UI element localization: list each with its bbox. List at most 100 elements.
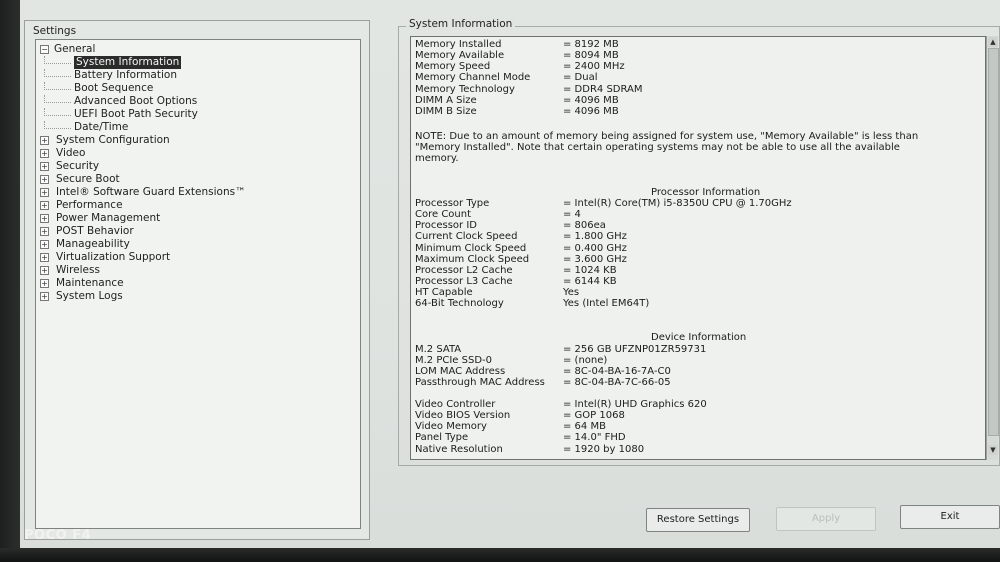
memory-label: Memory Available — [415, 50, 505, 62]
expand-icon[interactable]: + — [40, 266, 49, 275]
memory-row: Memory Speed = 2400 MHz — [415, 61, 625, 72]
collapse-icon[interactable]: − — [40, 45, 49, 54]
processor-label: Processor L2 Cache — [415, 264, 513, 276]
device-information-heading: Device Information — [651, 332, 747, 343]
expand-icon[interactable]: + — [40, 253, 49, 262]
bios-screen: Settings − General System Information Batte… — [0, 0, 1000, 562]
memory-row: DIMM A Size = 4096 MB — [415, 94, 619, 106]
device-row: M.2 SATA = 256 GB UFZNP01ZR59731 — [415, 344, 706, 355]
expand-icon[interactable]: + — [40, 149, 49, 158]
tree-item-section-3-label: Secure Boot — [56, 173, 120, 185]
restore-settings-button[interactable]: Restore Settings — [646, 508, 750, 532]
tree-connector — [44, 56, 71, 64]
tree-item-general-child-5-label: Date/Time — [74, 121, 129, 133]
video-row: Video Controller = Intel(R) UHD Graphics … — [415, 399, 707, 410]
expand-icon[interactable]: + — [40, 162, 49, 171]
expand-icon[interactable]: + — [40, 227, 49, 236]
tree-connector — [44, 108, 71, 116]
video-label: Video Memory — [415, 421, 487, 433]
memory-value: = 2400 MHz — [563, 61, 625, 73]
processor-row: HT Capable Yes — [415, 287, 579, 299]
memory-value: = 8192 MB — [563, 39, 619, 50]
video-label: Native Resolution — [415, 443, 503, 455]
memory-label: Memory Installed — [415, 39, 502, 50]
processor-value: = 6144 KB — [563, 276, 617, 288]
tree-connector — [44, 82, 71, 90]
scroll-up-arrow-icon[interactable]: ▲ — [988, 37, 998, 47]
device-label: M.2 SATA — [415, 344, 462, 355]
processor-information-heading: Processor Information — [651, 187, 761, 198]
video-row: Native Resolution = 1920 by 1080 — [415, 443, 644, 455]
settings-tree[interactable]: − General System Information Battery Inform… — [35, 39, 361, 529]
info-scrollbar[interactable]: ▲ ▼ — [986, 36, 999, 460]
expand-icon[interactable]: + — [40, 279, 49, 288]
scroll-thumb[interactable] — [988, 48, 999, 436]
video-value: = 64 MB — [563, 421, 606, 433]
memory-row: Memory Channel Mode = Dual — [415, 72, 598, 84]
tree-item-section-12-label: System Logs — [56, 290, 123, 302]
processor-row: Minimum Clock Speed = 0.400 GHz — [415, 243, 627, 254]
expand-icon[interactable]: + — [40, 240, 49, 249]
processor-label: Current Clock Speed — [415, 231, 518, 243]
tree-item-general-child-3-label: Advanced Boot Options — [74, 95, 198, 107]
tree-item-section-8-label: Manageability — [56, 238, 130, 250]
memory-label: DIMM A Size — [415, 94, 477, 106]
processor-label: HT Capable — [415, 287, 473, 299]
tree-item-section-0-label: System Configuration — [56, 134, 170, 146]
device-value: = 256 GB UFZNP01ZR59731 — [563, 344, 707, 355]
system-information-box[interactable]: NOTE: Due to an amount of memory being a… — [410, 36, 986, 460]
tree-item-section-2-label: Security — [56, 160, 100, 172]
memory-row: DIMM B Size = 4096 MB — [415, 105, 619, 117]
tree-item-section-7-label: POST Behavior — [56, 225, 134, 237]
expand-icon[interactable]: + — [40, 214, 49, 223]
video-row: Video Memory = 64 MB — [415, 421, 606, 433]
memory-row: Memory Installed = 8192 MB — [415, 39, 619, 50]
memory-row: Memory Technology = DDR4 SDRAM — [415, 84, 643, 95]
scroll-down-arrow-icon[interactable]: ▼ — [988, 445, 998, 455]
processor-label: Processor Type — [415, 198, 490, 209]
expand-icon[interactable]: + — [40, 201, 49, 210]
processor-label: Processor ID — [415, 220, 477, 232]
memory-label: Memory Channel Mode — [415, 72, 531, 84]
processor-row: Processor L3 Cache = 6144 KB — [415, 276, 617, 287]
processor-value: = 4 — [563, 209, 581, 221]
processor-label: Core Count — [415, 209, 472, 221]
processor-value: = 0.400 GHz — [563, 242, 627, 254]
expand-icon[interactable]: + — [40, 136, 49, 145]
system-information-title: System Information — [406, 18, 516, 30]
memory-value: = Dual — [563, 72, 598, 84]
processor-row: Current Clock Speed = 1.800 GHz — [415, 231, 627, 243]
camera-watermark: POCO F4 — [24, 528, 92, 543]
device-value: = (none) — [563, 355, 608, 367]
expand-icon[interactable]: + — [40, 292, 49, 301]
tree-item-section-5-label: Performance — [56, 199, 123, 211]
memory-row: Memory Available = 8094 MB — [415, 50, 619, 62]
processor-label: 64-Bit Technology — [415, 298, 504, 310]
video-value: = 1920 by 1080 — [563, 443, 645, 455]
video-label: Panel Type — [415, 432, 469, 444]
memory-value: = 8094 MB — [563, 50, 619, 62]
video-row: Panel Type = 14.0" FHD — [415, 432, 626, 444]
video-label: Video Controller — [415, 399, 496, 410]
device-value: = 8C-04-BA-7C-66-05 — [563, 377, 671, 389]
tree-item-general-child-2-label: Boot Sequence — [74, 82, 154, 94]
device-row: LOM MAC Address = 8C-04-BA-16-7A-C0 — [415, 366, 671, 378]
processor-value: = 1024 KB — [563, 264, 617, 276]
apply-button[interactable]: Apply — [776, 507, 876, 531]
memory-label: DIMM B Size — [415, 105, 477, 117]
exit-button[interactable]: Exit — [900, 505, 1000, 529]
tree-connector — [44, 69, 71, 77]
video-value: = Intel(R) UHD Graphics 620 — [563, 399, 707, 410]
device-label: LOM MAC Address — [415, 366, 506, 378]
processor-row: Core Count = 4 — [415, 209, 581, 221]
expand-icon[interactable]: + — [40, 188, 49, 197]
tree-item-section-9-label: Virtualization Support — [56, 251, 171, 263]
tree-item-general-child-4-label: UEFI Boot Path Security — [74, 108, 198, 120]
device-label: Passthrough MAC Address — [415, 377, 545, 389]
tree-item-general-child-0-label: System Information — [74, 56, 182, 69]
processor-value: Yes — [563, 287, 580, 299]
device-row: Passthrough MAC Address = 8C-04-BA-7C-66-… — [415, 377, 671, 389]
processor-label: Maximum Clock Speed — [415, 253, 530, 265]
expand-icon[interactable]: + — [40, 175, 49, 184]
tree-connector — [44, 95, 71, 103]
